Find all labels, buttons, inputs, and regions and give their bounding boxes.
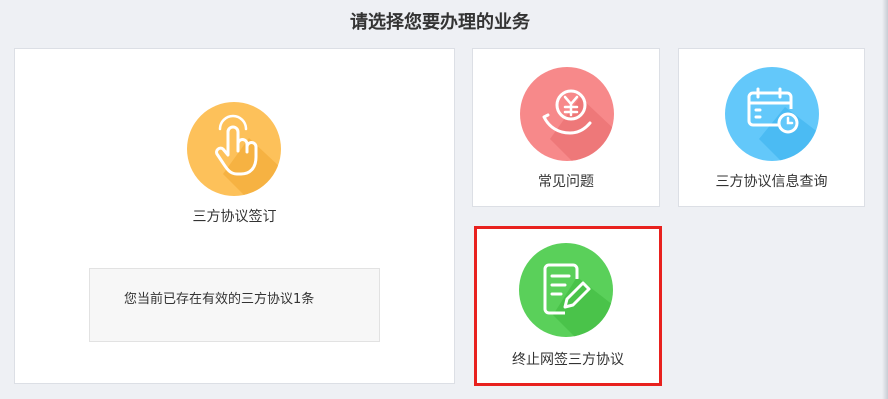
agreement-query-label: 三方协议信息查询 <box>715 174 828 190</box>
document-edit-icon <box>519 243 613 337</box>
window-edge <box>882 0 888 399</box>
terminate-agreement-card[interactable]: 终止网签三方协议 <box>474 226 662 386</box>
faq-label: 常见问题 <box>538 174 594 190</box>
page-title: 请选择您要办理的业务 <box>350 12 530 33</box>
calendar-clock-icon <box>725 67 819 161</box>
hand-pointer-icon <box>187 102 281 196</box>
notice-text: 您当前已存在有效的三方协议1条 <box>124 292 315 307</box>
yuan-coin-hand-icon <box>520 67 614 161</box>
sign-agreement-card[interactable]: 三方协议签订 您当前已存在有效的三方协议1条 <box>14 48 455 384</box>
agreement-query-card[interactable]: 三方协议信息查询 <box>678 48 865 207</box>
faq-card[interactable]: 常见问题 <box>472 48 660 207</box>
existing-agreement-notice: 您当前已存在有效的三方协议1条 <box>89 268 380 342</box>
terminate-agreement-label: 终止网签三方协议 <box>512 352 624 368</box>
sign-agreement-label: 三方协议签订 <box>192 209 277 225</box>
